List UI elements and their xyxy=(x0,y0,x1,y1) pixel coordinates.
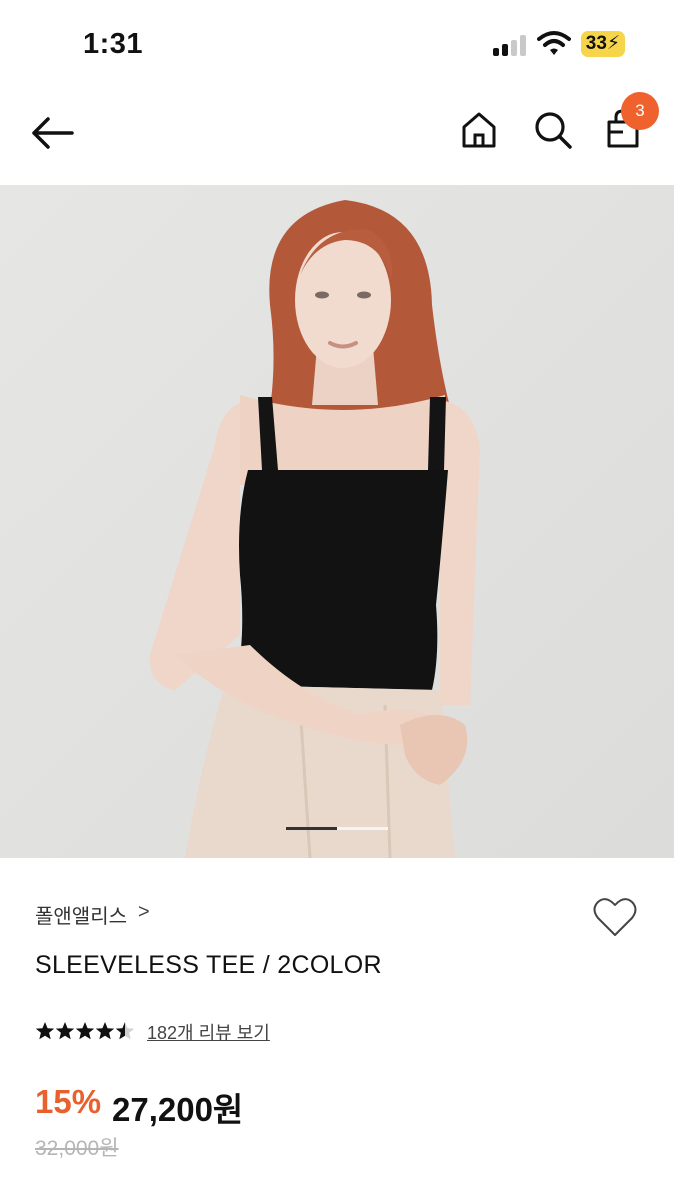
original-price: 32,000원 xyxy=(35,1137,119,1160)
star-icon xyxy=(75,1022,95,1040)
product-title: SLEEVELESS TEE / 2COLOR xyxy=(35,951,382,979)
carousel-active-segment xyxy=(286,827,337,830)
review-link[interactable]: 182개 리뷰 보기 xyxy=(147,1019,270,1045)
brand-link[interactable]: 폴앤앨리스 xyxy=(35,900,127,929)
sale-price: 27,200원 xyxy=(112,1091,244,1128)
star-icon xyxy=(35,1022,55,1040)
top-nav-bar xyxy=(0,90,674,185)
product-image[interactable] xyxy=(0,185,674,858)
status-bar: 1:31 33⚡ xyxy=(0,0,674,90)
status-time: 1:31 xyxy=(83,28,144,60)
star-icon xyxy=(55,1022,75,1040)
half-star-icon xyxy=(115,1022,135,1040)
wifi-icon xyxy=(537,31,571,55)
discount-rate: 15% xyxy=(35,1083,102,1120)
wishlist-heart-icon[interactable] xyxy=(592,896,638,938)
product-photo-illustration xyxy=(0,185,674,858)
cart-count-badge: 3 xyxy=(621,92,659,130)
battery-indicator: 33⚡ xyxy=(581,31,625,57)
rating-stars xyxy=(35,1022,135,1040)
cellular-signal-icon xyxy=(493,34,527,56)
home-icon[interactable] xyxy=(460,110,498,150)
star-icon xyxy=(95,1022,115,1040)
back-arrow-icon[interactable] xyxy=(30,116,74,150)
search-icon[interactable] xyxy=(533,110,573,150)
battery-level: 33 xyxy=(585,33,607,54)
brand-chevron-icon[interactable]: > xyxy=(138,901,150,924)
carousel-indicator xyxy=(286,827,388,830)
